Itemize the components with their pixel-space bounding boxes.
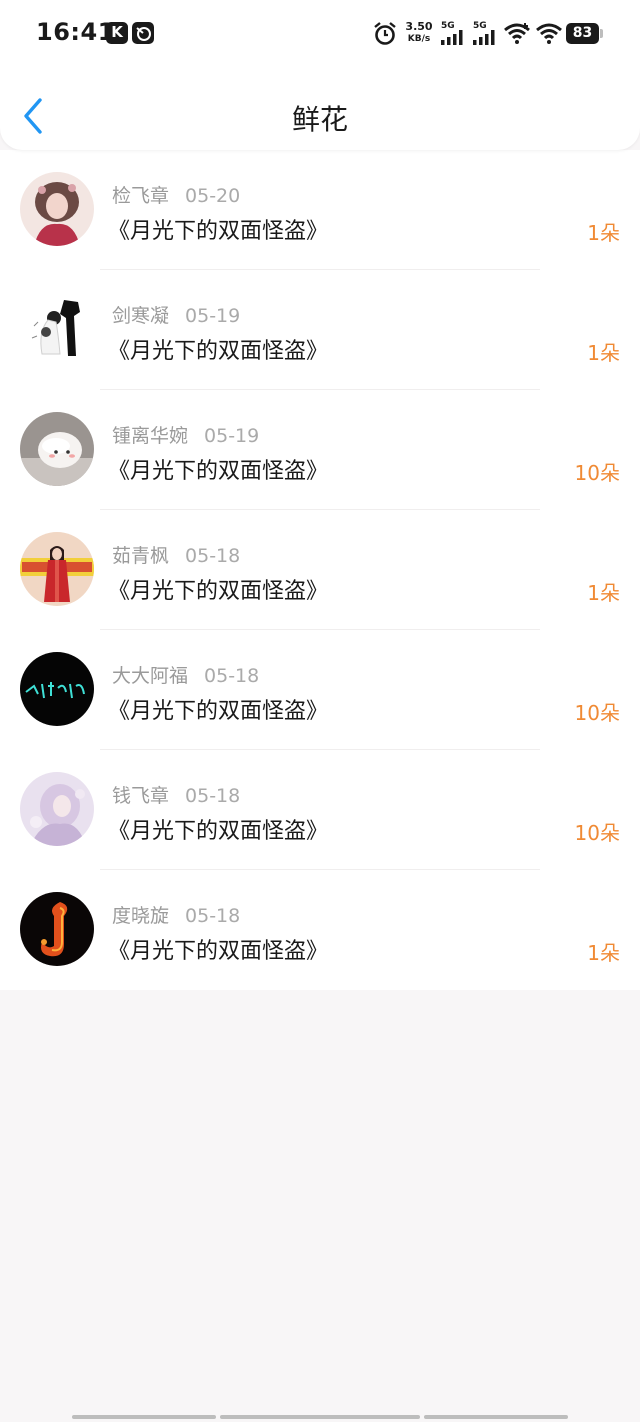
flower-count: 10朵 <box>574 461 620 485</box>
user-name[interactable]: 剑寒凝 <box>112 305 169 327</box>
battery-level: 83 <box>572 25 593 41</box>
alarm-icon <box>372 21 398 51</box>
status-bar: 16:41 K 3.50 KB/s 5G 5G 83 <box>0 0 640 66</box>
item-date: 05-19 <box>204 425 260 447</box>
signal-1-icon <box>441 30 465 49</box>
user-name[interactable]: 度晓旋 <box>112 905 169 927</box>
item-meta: 钱飞章 05-18 <box>112 781 240 808</box>
avatar[interactable] <box>20 172 94 246</box>
avatar[interactable] <box>20 292 94 366</box>
item-meta: 大大阿福 05-18 <box>112 661 259 688</box>
book-title[interactable]: 《月光下的双面怪盗》 <box>108 453 328 485</box>
battery-icon: 83 <box>566 23 604 44</box>
item-date: 05-20 <box>185 185 241 207</box>
home-indicator-center[interactable] <box>220 1415 420 1419</box>
list-item[interactable]: 锺离华婉 05-19 《月光下的双面怪盗》 10朵 <box>0 390 640 510</box>
user-name[interactable]: 钱飞章 <box>112 785 169 807</box>
home-indicator-left <box>72 1415 216 1419</box>
network-speed-unit: KB/s <box>407 34 431 44</box>
item-meta: 度晓旋 05-18 <box>112 901 240 928</box>
flower-list: 检飞章 05-20 《月光下的双面怪盗》 1朵 剑寒凝 05-19 《月光下的双面怪… <box>0 150 640 990</box>
home-indicator-right <box>424 1415 568 1419</box>
book-title[interactable]: 《月光下的双面怪盗》 <box>108 813 328 845</box>
item-date: 05-18 <box>204 665 260 687</box>
user-name[interactable]: 茹青枫 <box>112 545 169 567</box>
user-name[interactable]: 检飞章 <box>112 185 169 207</box>
battery-body: 83 <box>566 23 599 44</box>
app-icon-letter: K <box>111 23 123 41</box>
item-meta: 锺离华婉 05-19 <box>112 421 259 448</box>
avatar[interactable] <box>20 892 94 966</box>
item-date: 05-19 <box>185 305 241 327</box>
flower-count: 1朵 <box>587 941 620 965</box>
list-item[interactable]: 茹青枫 05-18 《月光下的双面怪盗》 1朵 <box>0 510 640 630</box>
flower-count: 1朵 <box>587 221 620 245</box>
list-item[interactable]: 剑寒凝 05-19 《月光下的双面怪盗》 1朵 <box>0 270 640 390</box>
battery-cap <box>600 29 603 38</box>
user-name[interactable]: 锺离华婉 <box>112 425 188 447</box>
flower-count: 1朵 <box>587 581 620 605</box>
list-item[interactable]: 度晓旋 05-18 《月光下的双面怪盗》 1朵 <box>0 870 640 990</box>
item-date: 05-18 <box>185 785 241 807</box>
avatar[interactable] <box>20 532 94 606</box>
item-meta: 茹青枫 05-18 <box>112 541 240 568</box>
avatar[interactable] <box>20 772 94 846</box>
status-time: 16:41 <box>36 18 115 46</box>
page-title: 鲜花 <box>291 103 348 136</box>
app-header: 16:41 K 3.50 KB/s 5G 5G 83 鲜花 <box>0 0 640 150</box>
list-item[interactable]: 钱飞章 05-18 《月光下的双面怪盗》 10朵 <box>0 750 640 870</box>
book-title[interactable]: 《月光下的双面怪盗》 <box>108 573 328 605</box>
book-title[interactable]: 《月光下的双面怪盗》 <box>108 693 328 725</box>
network-speed-value: 3.50 <box>405 20 433 33</box>
item-date: 05-18 <box>185 905 241 927</box>
item-meta: 检飞章 05-20 <box>112 181 240 208</box>
item-date: 05-18 <box>185 545 241 567</box>
app-notification-icon: K <box>106 22 128 44</box>
flower-count: 1朵 <box>587 341 620 365</box>
book-title[interactable]: 《月光下的双面怪盗》 <box>108 213 328 245</box>
user-name[interactable]: 大大阿福 <box>112 665 188 687</box>
app-notification-icon-2 <box>132 22 154 44</box>
network-speed: 3.50 KB/s <box>404 21 434 45</box>
signal-2-icon <box>473 30 497 49</box>
book-title[interactable]: 《月光下的双面怪盗》 <box>108 933 328 965</box>
item-meta: 剑寒凝 05-19 <box>112 301 240 328</box>
wifi-calling-icon <box>503 22 531 48</box>
book-title[interactable]: 《月光下的双面怪盗》 <box>108 333 328 365</box>
avatar[interactable] <box>20 652 94 726</box>
flower-count: 10朵 <box>574 821 620 845</box>
list-item[interactable]: 大大阿福 05-18 《月光下的双面怪盗》 10朵 <box>0 630 640 750</box>
wifi-icon <box>535 22 563 48</box>
flower-count: 10朵 <box>574 701 620 725</box>
list-item[interactable]: 检飞章 05-20 《月光下的双面怪盗》 1朵 <box>0 150 640 270</box>
avatar[interactable] <box>20 412 94 486</box>
